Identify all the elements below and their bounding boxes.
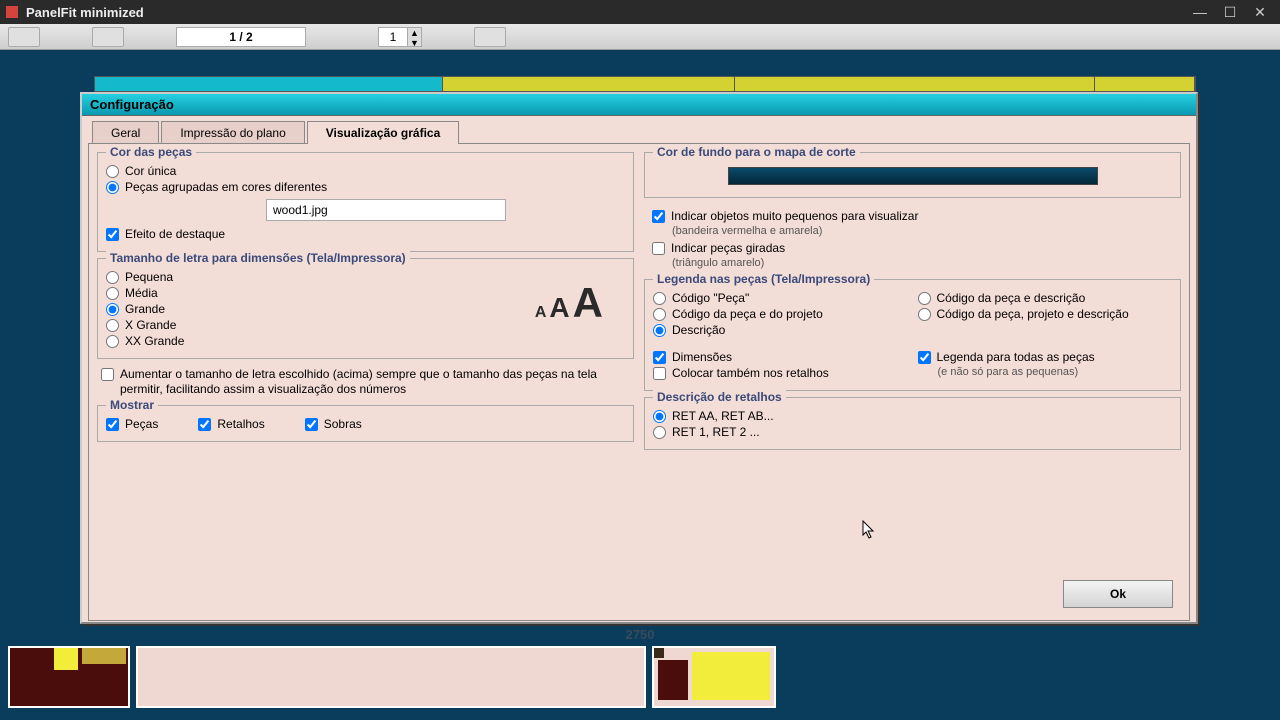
- sub-giradas: (triângulo amarelo): [672, 257, 1173, 269]
- sub-todas: (e não só para as pequenas): [938, 366, 1173, 378]
- legend-desc-ret: Descrição de retalhos: [653, 390, 786, 404]
- radio-ret-num[interactable]: RET 1, RET 2 ...: [653, 425, 1172, 440]
- tab-impressao[interactable]: Impressão do plano: [161, 121, 304, 144]
- minimize-button[interactable]: —: [1186, 3, 1214, 21]
- tab-bar: Geral Impressão do plano Visualização gr…: [92, 120, 1196, 143]
- radio-codigo-peca[interactable]: Código "Peça": [653, 291, 908, 306]
- group-fonte: Tamanho de letra para dimensões (Tela/Im…: [97, 258, 634, 359]
- check-mostrar-pecas[interactable]: Peças: [106, 417, 158, 432]
- radio-codigo-desc[interactable]: Código da peça e descrição: [918, 291, 1173, 306]
- group-desc-retalhos: Descrição de retalhos RET AA, RET AB... …: [644, 397, 1181, 450]
- thumbnail-2[interactable]: [136, 646, 646, 708]
- radio-cor-unica[interactable]: Cor única: [106, 164, 625, 179]
- group-fundo: Cor de fundo para o mapa de corte: [644, 152, 1181, 198]
- sub-pequenos: (bandeira vermelha e amarela): [672, 225, 1173, 237]
- legend-fonte: Tamanho de letra para dimensões (Tela/Im…: [106, 251, 410, 265]
- radio-cor-diferentes[interactable]: Peças agrupadas em cores diferentes: [106, 180, 625, 195]
- check-indicar-pequenos[interactable]: Indicar objetos muito pequenos para visu…: [652, 209, 1173, 224]
- legend-mostrar: Mostrar: [106, 398, 158, 412]
- window-title: PanelFit minimized: [26, 5, 1184, 20]
- check-retalhos-leg[interactable]: Colocar também nos retalhos: [653, 366, 908, 381]
- config-dialog: Configuração Geral Impressão do plano Vi…: [80, 92, 1198, 624]
- radio-codigo-proj-desc[interactable]: Código da peça, projeto e descrição: [918, 307, 1173, 322]
- close-button[interactable]: ✕: [1246, 3, 1274, 21]
- titlebar: PanelFit minimized — ☐ ✕: [0, 0, 1280, 24]
- thumbnail-strip: [8, 646, 776, 708]
- tab-panel: Cor das peças Cor única Peças agrupadas …: [88, 143, 1190, 621]
- tool-button-3[interactable]: [474, 27, 506, 47]
- check-aumentar[interactable]: Aumentar o tamanho de letra escolhido (a…: [101, 367, 630, 397]
- radio-ret-aa[interactable]: RET AA, RET AB...: [653, 409, 1172, 424]
- legend-legenda: Legenda nas peças (Tela/Impressora): [653, 272, 874, 286]
- check-mostrar-sobras[interactable]: Sobras: [305, 417, 362, 432]
- radio-descricao[interactable]: Descrição: [653, 323, 908, 338]
- thumbnail-1[interactable]: [8, 646, 130, 708]
- bgcolor-picker[interactable]: [728, 167, 1098, 185]
- panel-strip: [94, 76, 1196, 92]
- check-dimensoes[interactable]: Dimensões: [653, 350, 908, 365]
- tab-geral[interactable]: Geral: [92, 121, 159, 144]
- radio-codigo-projeto[interactable]: Código da peça e do projeto: [653, 307, 908, 322]
- ok-button[interactable]: Ok: [1063, 580, 1173, 608]
- toolbar: 1 / 2 1▲▼: [0, 24, 1280, 50]
- check-mostrar-retalhos[interactable]: Retalhos: [198, 417, 264, 432]
- check-indicar-giradas[interactable]: Indicar peças giradas: [652, 241, 1173, 256]
- footer-dimension: 2750: [626, 627, 655, 642]
- legend-cor-pecas: Cor das peças: [106, 145, 196, 159]
- dialog-title: Configuração: [82, 94, 1196, 116]
- texture-field[interactable]: wood1.jpg: [266, 199, 506, 221]
- check-destaque[interactable]: Efeito de destaque: [106, 227, 625, 242]
- group-legenda: Legenda nas peças (Tela/Impressora) Códi…: [644, 279, 1181, 391]
- tool-button-2[interactable]: [92, 27, 124, 47]
- legend-fundo: Cor de fundo para o mapa de corte: [653, 145, 860, 159]
- number-stepper[interactable]: 1▲▼: [378, 27, 422, 47]
- group-cor-pecas: Cor das peças Cor única Peças agrupadas …: [97, 152, 634, 252]
- check-todas[interactable]: Legenda para todas as peças: [918, 350, 1173, 365]
- tab-visualizacao[interactable]: Visualização gráfica: [307, 121, 460, 144]
- maximize-button[interactable]: ☐: [1216, 3, 1244, 21]
- page-indicator[interactable]: 1 / 2: [176, 27, 306, 47]
- tool-button-1[interactable]: [8, 27, 40, 47]
- radio-xxgrande[interactable]: XX Grande: [106, 334, 625, 349]
- group-mostrar: Mostrar Peças Retalhos Sobras: [97, 405, 634, 442]
- font-sample-icon: A A A: [535, 279, 603, 327]
- thumbnail-3[interactable]: [652, 646, 776, 708]
- app-icon: [6, 6, 18, 18]
